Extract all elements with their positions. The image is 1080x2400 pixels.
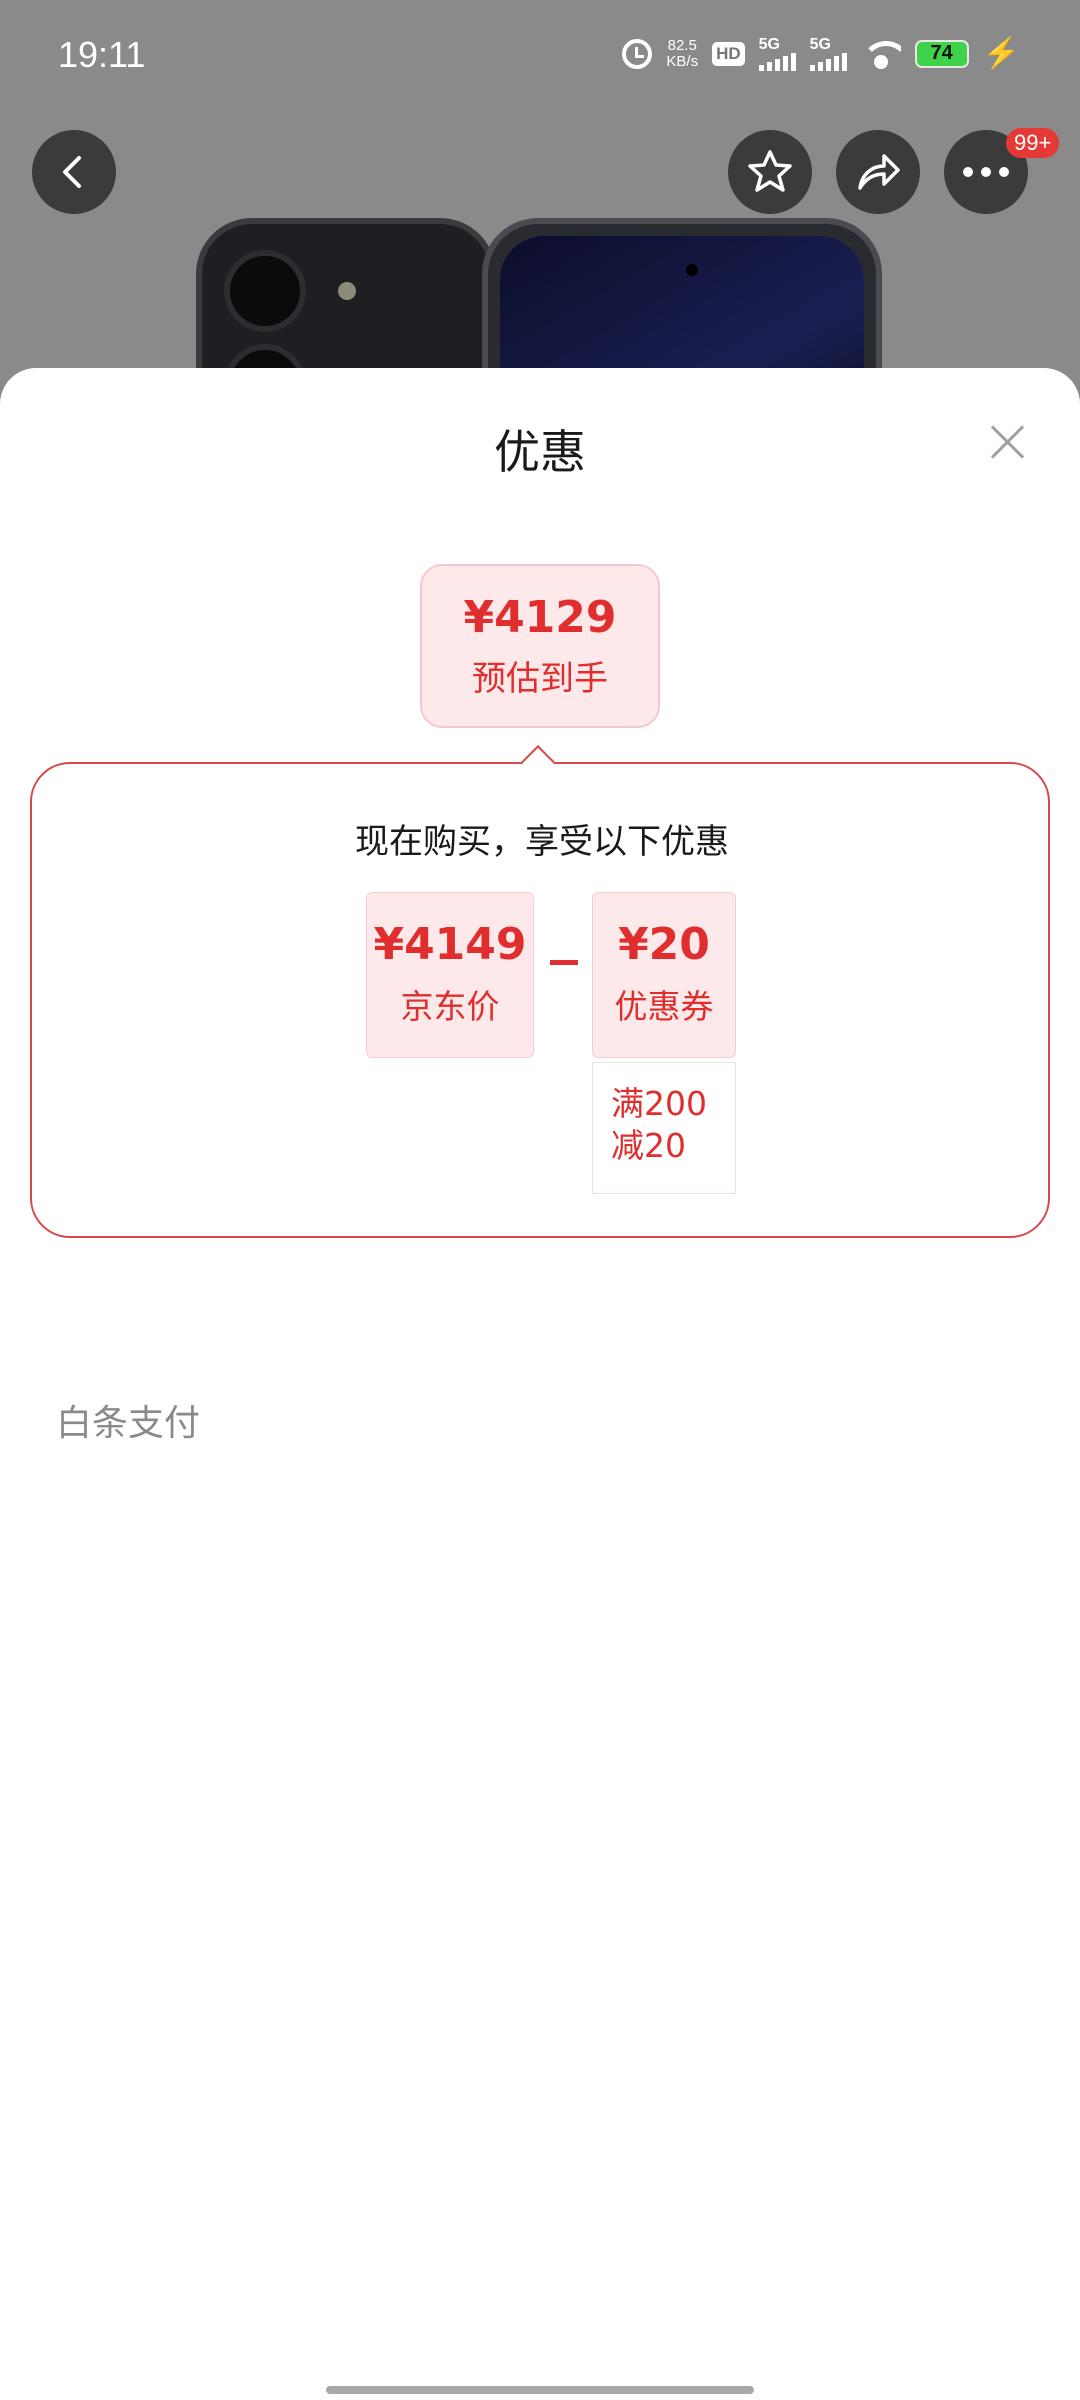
signal-sim1-icon: 5G	[758, 35, 796, 71]
camera-flash	[338, 282, 356, 300]
more-dots-icon	[963, 167, 1009, 177]
coupon-discount-label: 优惠券	[614, 987, 714, 1026]
battery-icon: 74	[914, 39, 969, 68]
close-button[interactable]	[986, 420, 1030, 464]
discount-breakdown: 现在购买，享受以下优惠 ¥4149 京东价 ¥20 优惠券 满200 减20	[30, 762, 1050, 1238]
jd-price-value: ¥4149	[373, 919, 527, 970]
coupon-discount-value: ¥20	[618, 919, 710, 970]
baitiao-section-title: 白条支付	[56, 1403, 201, 1444]
sheet-title: 优惠	[494, 425, 586, 479]
home-indicator[interactable]	[326, 2386, 754, 2394]
discount-sheet: 优惠 ¥4129 预估到手 现在购买，享受以下优惠 ¥4149 京东价 ¥20 …	[0, 368, 1080, 2400]
breakdown-heading: 现在购买，享受以下优惠	[355, 822, 729, 862]
favorite-button[interactable]	[728, 130, 812, 214]
coupon-condition: 满200 减20	[592, 1062, 736, 1194]
chevron-left-icon	[63, 156, 81, 188]
status-bar: 19:11 82.5 KB/s HD 5G 5G 74 ⚡	[0, 0, 1080, 112]
sim1-network-type: 5G	[758, 35, 780, 53]
status-icons: 82.5 KB/s HD 5G 5G 74 ⚡	[622, 36, 1020, 71]
jd-price-box: ¥4149 京东价	[366, 892, 534, 1058]
share-button[interactable]	[836, 130, 920, 214]
back-button[interactable]	[32, 130, 116, 214]
estimated-price-box: ¥4129 预估到手	[420, 564, 660, 728]
coupon-discount-box: ¥20 优惠券	[592, 892, 736, 1058]
network-speed-value: 82.5	[667, 36, 697, 54]
minus-sign	[550, 960, 578, 965]
network-speed-unit: KB/s	[666, 52, 699, 70]
coupon-condition-line2: 减20	[611, 1126, 686, 1165]
punch-hole-camera	[686, 264, 698, 276]
share-icon	[858, 154, 900, 190]
network-speed: 82.5 KB/s	[666, 36, 699, 70]
charging-icon: ⚡	[982, 37, 1020, 70]
signal-sim2-icon: 5G	[809, 35, 847, 71]
alarm-icon	[622, 38, 653, 69]
message-count-badge: 99+	[1006, 128, 1060, 158]
wifi-icon	[860, 39, 901, 69]
jd-price-label: 京东价	[400, 987, 500, 1026]
estimated-price: ¥4129	[463, 592, 617, 643]
status-time: 19:11	[58, 34, 146, 75]
coupon-condition-line1: 满200	[611, 1084, 707, 1123]
camera-lens	[224, 250, 306, 332]
star-icon	[748, 150, 792, 192]
estimated-price-label: 预估到手	[472, 659, 608, 699]
sim2-network-type: 5G	[809, 35, 831, 53]
hd-voice-icon: HD	[712, 41, 745, 66]
